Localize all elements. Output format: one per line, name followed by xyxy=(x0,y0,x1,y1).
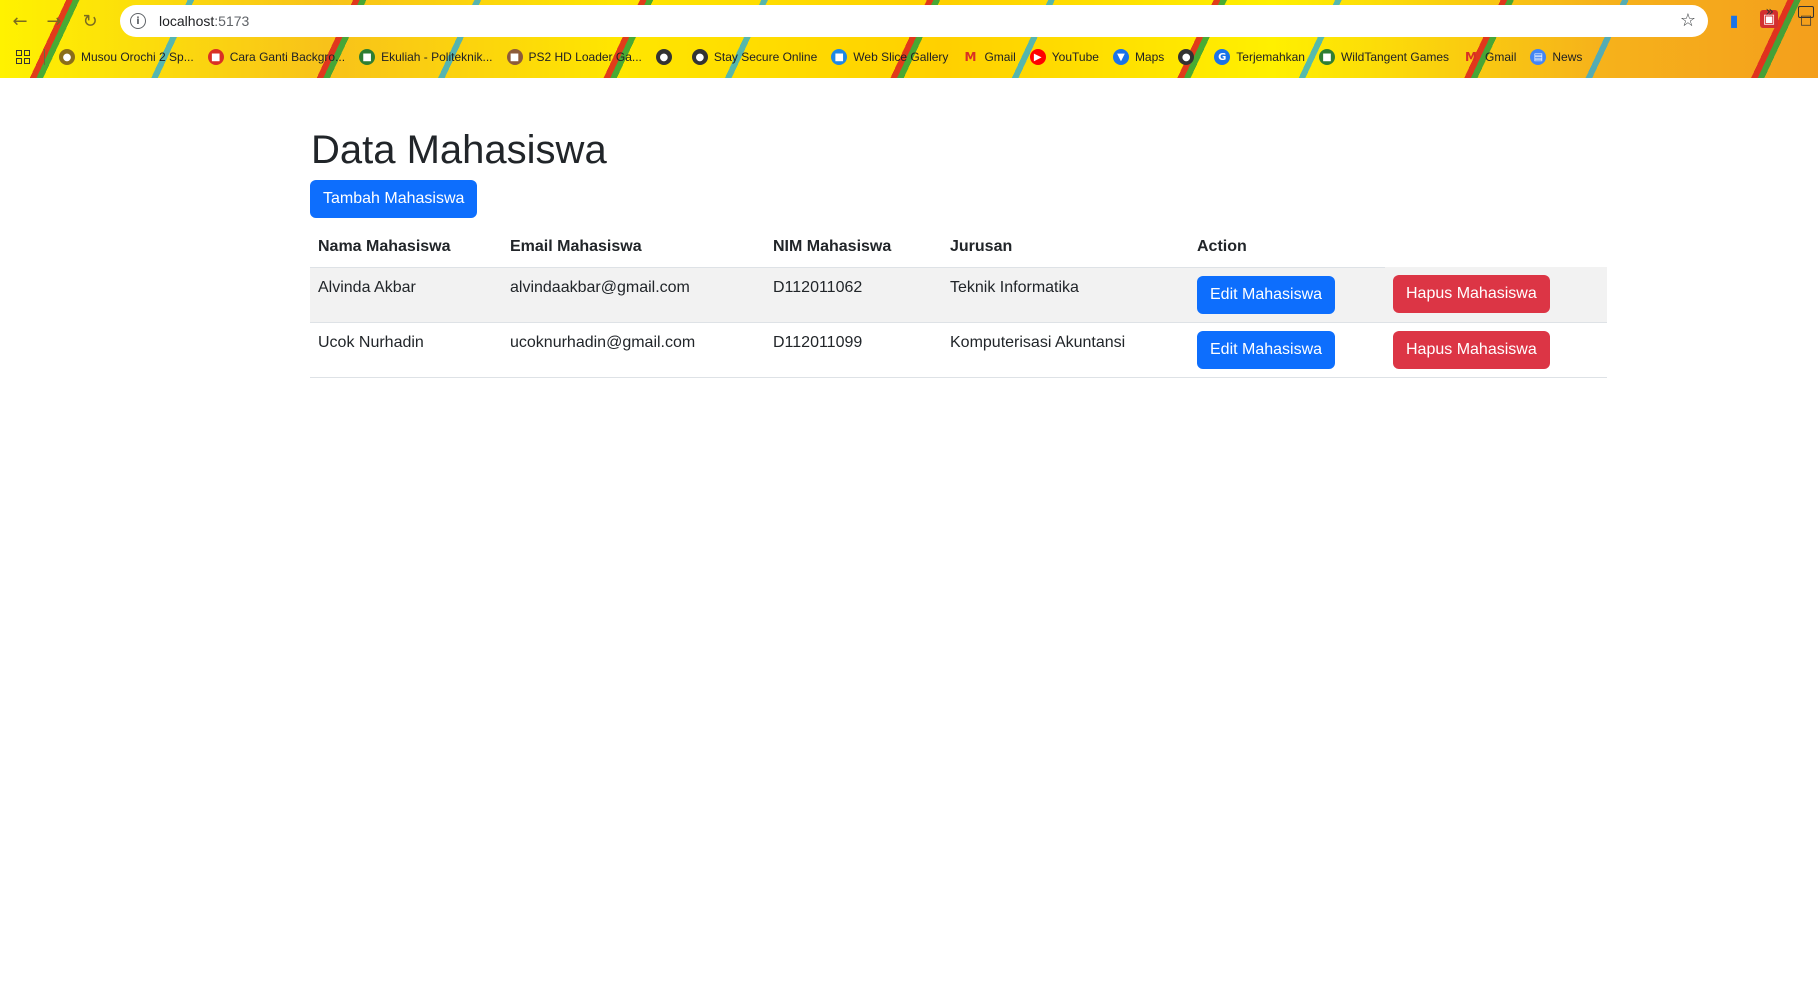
bookmark-item[interactable]: ■ Ekuliah - Politeknik... xyxy=(359,49,493,65)
delete-student-button[interactable]: Hapus Mahasiswa xyxy=(1393,275,1550,313)
page-title: Data Mahasiswa xyxy=(311,128,607,172)
table-row: Ucok Nurhadin ucoknurhadin@gmail.com D11… xyxy=(310,322,1607,378)
cell-nim: D112011062 xyxy=(765,267,942,323)
header-jurusan: Jurusan xyxy=(942,227,1189,268)
reload-icon[interactable]: ↻ xyxy=(76,8,104,34)
apps-grid-icon[interactable] xyxy=(16,50,30,64)
main-container: Data Mahasiswa Tambah Mahasiswa Nama Mah… xyxy=(310,126,1607,378)
page-viewport: Data Mahasiswa Tambah Mahasiswa Nama Mah… xyxy=(0,78,1818,988)
site-icon: ■ xyxy=(359,49,376,65)
bookmark-label: News xyxy=(1552,50,1583,64)
globe-icon: ● xyxy=(1178,49,1195,65)
youtube-icon: ▶ xyxy=(1029,49,1046,65)
site-icon: ■ xyxy=(831,49,848,65)
back-arrow-icon[interactable]: ← xyxy=(6,8,34,34)
bookmark-item[interactable]: ▶ YouTube xyxy=(1029,49,1099,65)
site-info-icon[interactable]: i xyxy=(130,13,146,29)
cell-email: alvindaakbar@gmail.com xyxy=(502,267,765,323)
bookmark-label: Terjemahkan xyxy=(1236,50,1305,64)
header-nama: Nama Mahasiswa xyxy=(310,227,502,268)
globe-icon: ● xyxy=(691,49,708,65)
globe-icon: ● xyxy=(655,49,672,65)
more-bookmarks-icon[interactable]: » xyxy=(1765,4,1774,20)
header-empty xyxy=(1385,227,1607,267)
bookmark-item[interactable]: ▤ News xyxy=(1530,49,1582,65)
cell-email: ucoknurhadin@gmail.com xyxy=(502,322,765,378)
gmail-icon: M xyxy=(964,50,977,64)
maps-icon: ▼ xyxy=(1112,49,1129,65)
bookmarks-divider xyxy=(44,49,45,65)
forward-arrow-icon[interactable]: → xyxy=(40,8,68,34)
bookmark-label: Web Slice Gallery xyxy=(853,50,949,64)
cell-edit: Edit Mahasiswa xyxy=(1189,322,1385,378)
folder-icon[interactable] xyxy=(1798,6,1814,18)
globe-icon: ● xyxy=(59,49,75,65)
site-icon: ■ xyxy=(1318,49,1335,65)
bookmark-item[interactable]: ● Musou Orochi 2 Sp... xyxy=(59,49,194,65)
bookmark-item[interactable]: ● Stay Secure Online xyxy=(691,49,818,65)
bookmarks-bar: ● Musou Orochi 2 Sp... ■ Cara Ganti Backgro… xyxy=(0,44,1818,70)
gmail-icon: M xyxy=(1465,50,1477,64)
cell-nim: D112011099 xyxy=(765,322,942,378)
edit-student-button[interactable]: Edit Mahasiswa xyxy=(1197,275,1336,314)
cell-jurusan: Komputerisasi Akuntansi xyxy=(942,322,1189,378)
bookmark-item[interactable]: ■ Web Slice Gallery xyxy=(831,49,948,65)
bookmark-label: WildTangent Games xyxy=(1340,50,1450,64)
bookmark-label: Gmail xyxy=(984,50,1016,64)
bookmark-item[interactable]: M Gmail xyxy=(1463,49,1516,65)
bookmark-label: Cara Ganti Backgro... xyxy=(229,50,346,64)
cell-nama: Ucok Nurhadin xyxy=(310,322,502,378)
bookmark-label: Stay Secure Online xyxy=(713,50,818,64)
header-email: Email Mahasiswa xyxy=(502,227,765,268)
cell-delete: Hapus Mahasiswa xyxy=(1385,267,1607,323)
bookmark-star-icon[interactable]: ☆ xyxy=(1680,10,1696,31)
bookmark-item[interactable]: ■ Cara Ganti Backgro... xyxy=(207,49,346,65)
cell-delete: Hapus Mahasiswa xyxy=(1385,322,1607,378)
bookmark-label: Ekuliah - Politeknik... xyxy=(381,50,493,64)
bookmark-item[interactable]: ■ PS2 HD Loader Ga... xyxy=(506,49,642,65)
bookmark-label: Musou Orochi 2 Sp... xyxy=(81,50,194,64)
bookmark-item[interactable]: ● xyxy=(1178,49,1200,65)
bookmark-item[interactable]: ▼ Maps xyxy=(1112,49,1165,65)
bookmark-label: Maps xyxy=(1134,50,1165,64)
delete-student-button[interactable]: Hapus Mahasiswa xyxy=(1393,330,1550,369)
address-bar[interactable]: i localhost:5173 ☆ xyxy=(120,5,1708,37)
site-icon: ■ xyxy=(506,49,523,65)
bookmark-label: YouTube xyxy=(1051,50,1099,64)
cell-nama: Alvinda Akbar xyxy=(310,267,502,323)
extension-icon[interactable]: ▮ xyxy=(1724,10,1744,30)
bookmark-item[interactable]: ● xyxy=(655,49,678,65)
header-nim: NIM Mahasiswa xyxy=(765,227,942,268)
bookmark-label: Gmail xyxy=(1485,50,1517,64)
bookmark-item[interactable]: G Terjemahkan xyxy=(1214,49,1305,65)
cell-jurusan: Teknik Informatika xyxy=(942,267,1189,323)
site-icon: ■ xyxy=(207,49,224,65)
cell-edit: Edit Mahasiswa xyxy=(1189,267,1385,323)
bookmark-item[interactable]: M Gmail xyxy=(962,49,1015,65)
student-table: Nama Mahasiswa Email Mahasiswa NIM Mahas… xyxy=(310,227,1607,378)
translate-icon: G xyxy=(1214,49,1231,65)
url-text[interactable]: localhost:5173 xyxy=(159,13,249,29)
news-icon: ▤ xyxy=(1530,49,1547,65)
edit-student-button[interactable]: Edit Mahasiswa xyxy=(1197,330,1336,369)
browser-chrome: ← → ↻ i localhost:5173 ☆ ▮ ▣ □ ● Musou Or… xyxy=(0,0,1818,78)
bookmark-item[interactable]: ■ WildTangent Games xyxy=(1318,49,1450,65)
add-student-button[interactable]: Tambah Mahasiswa xyxy=(310,180,478,218)
table-header-row: Nama Mahasiswa Email Mahasiswa NIM Mahas… xyxy=(310,227,1607,268)
table-row: Alvinda Akbar alvindaakbar@gmail.com D11… xyxy=(310,267,1607,323)
bookmark-label: PS2 HD Loader Ga... xyxy=(528,50,642,64)
header-action: Action xyxy=(1189,227,1385,268)
